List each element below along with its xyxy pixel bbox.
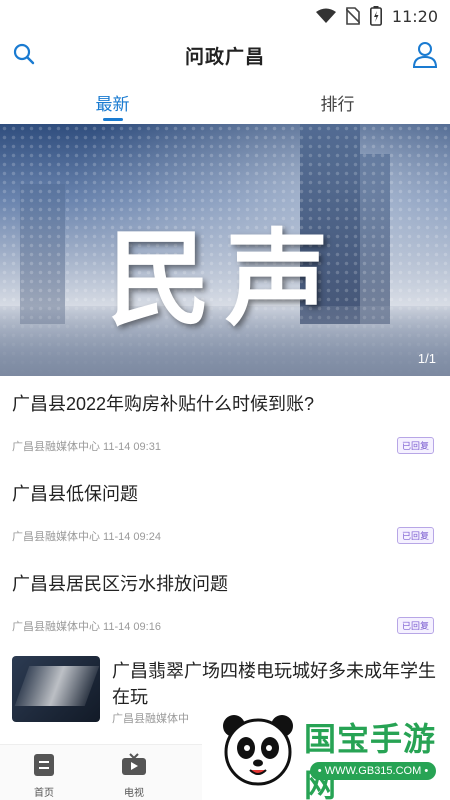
tab-latest[interactable]: 最新 (0, 84, 225, 124)
list-item[interactable]: 广昌县低保问题 广昌县融媒体中心 11-14 09:24 已回复 (0, 466, 450, 556)
app-header: 问政广昌 (0, 34, 450, 74)
status-badge: 已回复 (396, 617, 434, 634)
banner-page-counter: 1/1 (417, 351, 436, 366)
nav-tv[interactable]: 电视 (112, 753, 156, 799)
tab-latest-label: 最新 (95, 95, 130, 114)
news-thumbnail (12, 656, 100, 722)
no-sim-icon (345, 7, 360, 25)
nav-tv-label: 电视 (124, 788, 144, 799)
tab-bar: 最新 排行 (0, 84, 450, 124)
news-meta: 广昌县融媒体中心 11-14 09:24 (12, 531, 161, 543)
watermark-text: 国宝手游网 (304, 721, 437, 800)
nav-home-label: 首页 (34, 788, 54, 799)
battery-icon (369, 6, 382, 26)
wifi-icon (315, 8, 336, 24)
panda-icon (216, 706, 300, 795)
home-icon (32, 754, 56, 781)
status-time: 11:20 (391, 6, 438, 26)
status-badge: 已回复 (396, 527, 434, 544)
watermark-url: • WWW.GB315.COM • (310, 762, 436, 780)
list-item[interactable]: 广昌县2022年购房补贴什么时候到账? 广昌县融媒体中心 11-14 09:31… (0, 376, 450, 466)
tv-icon (121, 753, 147, 781)
list-item[interactable]: 广昌县居民区污水排放问题 广昌县融媒体中心 11-14 09:16 已回复 (0, 556, 450, 646)
status-bar: 11:20 (0, 0, 450, 32)
tab-ranking-label: 排行 (320, 95, 355, 114)
watermark: 国宝手游网 • WWW.GB315.COM • (202, 692, 450, 800)
news-title: 广昌县2022年购房补贴什么时候到账? (12, 394, 315, 414)
banner-title: 民声 (106, 217, 343, 340)
active-tab-indicator (103, 118, 123, 121)
tab-ranking[interactable]: 排行 (225, 84, 450, 124)
page-title: 问政广昌 (184, 47, 265, 68)
nav-home[interactable]: 首页 (22, 753, 66, 799)
news-title: 广昌县低保问题 (12, 484, 138, 504)
news-title: 广昌县居民区污水排放问题 (12, 574, 228, 594)
status-badge: 已回复 (396, 437, 434, 454)
news-meta: 广昌县融媒体中心 11-14 09:16 (12, 621, 161, 633)
thumbnail-glare (14, 666, 100, 706)
news-meta: 广昌县融媒体中 (112, 713, 189, 725)
news-meta: 广昌县融媒体中心 11-14 09:31 (12, 441, 161, 453)
banner-carousel[interactable]: 民声 1/1 (0, 124, 450, 376)
user-icon[interactable] (412, 40, 438, 68)
